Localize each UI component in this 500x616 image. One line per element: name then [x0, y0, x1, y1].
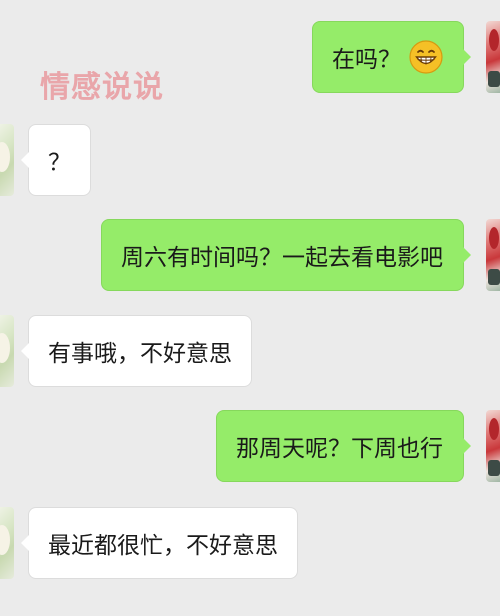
- my-avatar[interactable]: [486, 219, 500, 291]
- message-bubble-outgoing[interactable]: 周六有时间吗？一起去看电影吧: [101, 219, 471, 291]
- message-text: ？: [48, 150, 71, 176]
- message-text: 在吗？: [332, 47, 401, 73]
- my-avatar[interactable]: [486, 410, 500, 482]
- message-bubble-incoming[interactable]: 有事哦，不好意思: [21, 315, 252, 387]
- message-bubble-incoming[interactable]: ？: [21, 124, 91, 196]
- contact-avatar[interactable]: [0, 507, 14, 579]
- my-avatar[interactable]: [486, 21, 500, 93]
- message-bubble-incoming[interactable]: 最近都很忙，不好意思: [21, 507, 298, 579]
- message-text: 有事哦，不好意思: [48, 341, 232, 367]
- contact-avatar[interactable]: [0, 124, 14, 196]
- grinning-face-emoji-icon: [409, 40, 443, 74]
- watermark-text: 情感说说: [40, 70, 164, 105]
- message-bubble-outgoing[interactable]: 在吗？: [312, 21, 471, 93]
- contact-avatar[interactable]: [0, 315, 14, 387]
- message-text: 最近都很忙，不好意思: [48, 533, 278, 559]
- message-bubble-outgoing[interactable]: 那周天呢？下周也行: [216, 410, 471, 482]
- message-text: 周六有时间吗？一起去看电影吧: [121, 245, 443, 271]
- message-text: 那周天呢？下周也行: [236, 436, 443, 462]
